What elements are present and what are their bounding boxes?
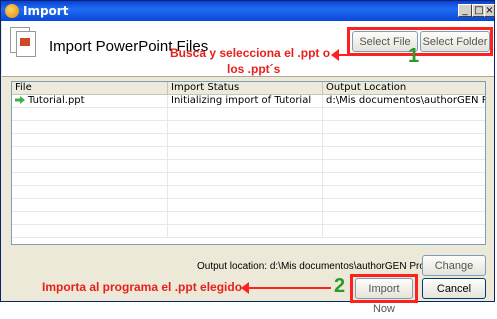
output-location-label: Output location: bbox=[197, 261, 268, 272]
app-icon bbox=[5, 4, 19, 18]
step-2-number: 2 bbox=[334, 275, 346, 297]
files-table[interactable]: File Import Status Output Location Tutor… bbox=[11, 81, 486, 245]
cell-location: d:\Mis documentos\authorGEN Projects bbox=[323, 95, 485, 107]
step-1-number: 1 bbox=[408, 45, 420, 67]
select-buttons-highlight bbox=[347, 27, 493, 56]
output-location-value: d:\Mis documentos\authorGEN Projects bbox=[269, 261, 446, 272]
table-row[interactable]: Tutorial.ppt Initializing import of Tuto… bbox=[12, 95, 485, 108]
step-2-arrow-icon bbox=[241, 282, 331, 294]
cell-status: Initializing import of Tutorial bbox=[168, 95, 323, 107]
step-1-arrow-icon bbox=[331, 49, 406, 61]
green-arrow-icon bbox=[15, 96, 25, 104]
column-header-location[interactable]: Output Location bbox=[323, 82, 485, 94]
column-header-file[interactable]: File bbox=[12, 82, 168, 94]
column-header-status[interactable]: Import Status bbox=[168, 82, 323, 94]
cell-file: Tutorial.ppt bbox=[12, 95, 168, 107]
output-location: Output location: d:\Mis documentos\autho… bbox=[197, 261, 445, 272]
minimize-button[interactable]: _ bbox=[458, 4, 472, 17]
empty-row bbox=[12, 121, 485, 134]
empty-row bbox=[12, 212, 485, 225]
empty-row bbox=[12, 108, 485, 121]
empty-row bbox=[12, 199, 485, 212]
step-2-text: Importa al programa el .ppt elegido bbox=[42, 280, 243, 294]
empty-row bbox=[12, 160, 485, 173]
empty-row bbox=[12, 147, 485, 160]
import-window: Import _ □ × Import PowerPoint Files Sel… bbox=[0, 0, 495, 315]
step-1-text-line1: Busca y selecciona el .ppt o bbox=[170, 46, 331, 60]
title-bar[interactable]: Import _ □ × bbox=[1, 1, 495, 21]
empty-row bbox=[12, 225, 485, 238]
cancel-button[interactable]: Cancel bbox=[422, 278, 486, 299]
empty-row bbox=[12, 134, 485, 147]
table-header: File Import Status Output Location bbox=[12, 82, 485, 95]
close-button[interactable]: × bbox=[484, 4, 495, 17]
file-name: Tutorial.ppt bbox=[28, 95, 85, 106]
change-button[interactable]: Change bbox=[422, 255, 486, 276]
window-title: Import bbox=[23, 4, 69, 18]
import-now-highlight bbox=[350, 274, 418, 303]
empty-row bbox=[12, 173, 485, 186]
powerpoint-files-icon bbox=[10, 27, 40, 61]
empty-row bbox=[12, 186, 485, 199]
step-1-text-line2: los .ppt´s bbox=[227, 62, 281, 76]
